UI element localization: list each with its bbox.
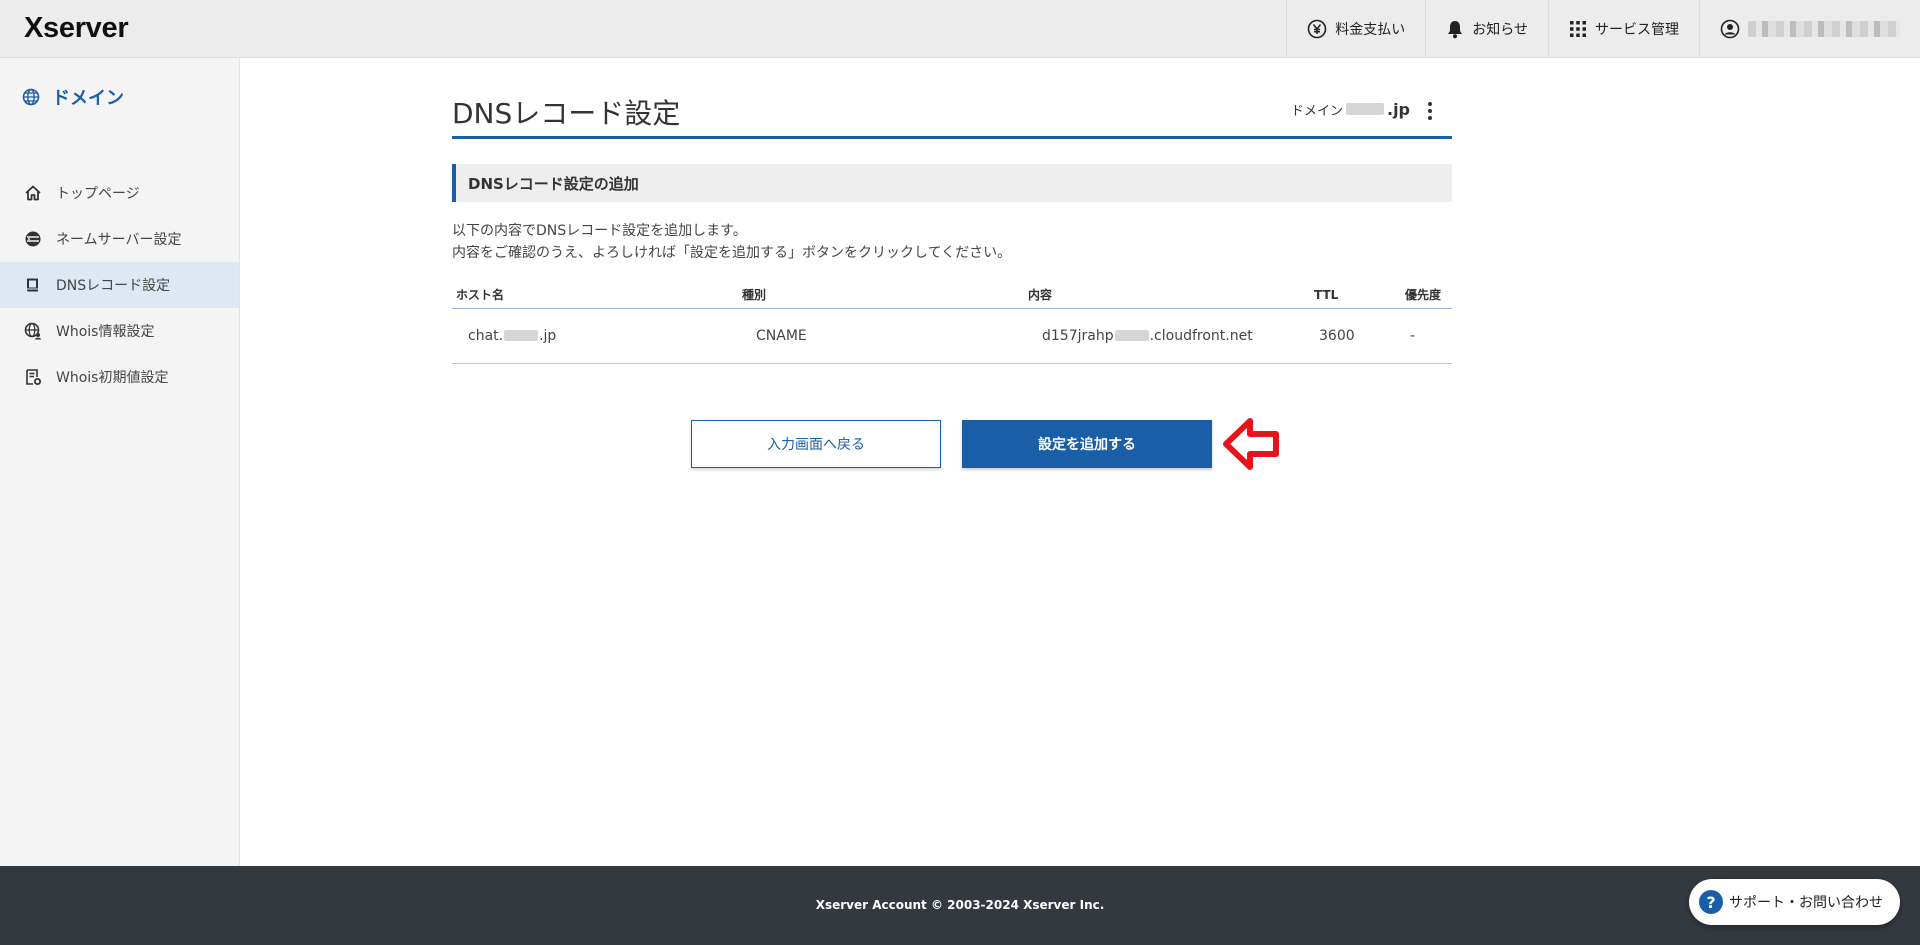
support-contact-button[interactable]: ? サポート・お問い合わせ [1689, 879, 1900, 925]
sidebar: ドメイン トップページ ネームサーバー設定 DNSレコード設定 Whois情報設… [0, 58, 240, 866]
cell-host: chat. .jp [452, 308, 738, 364]
sidebar-item-dns[interactable]: DNSレコード設定 [0, 262, 239, 308]
cell-content: d157jrahp .cloudfront.net [1024, 308, 1310, 364]
content-redacted [1114, 330, 1149, 341]
question-circle-icon: ? [1699, 890, 1723, 914]
xserver-logo[interactable]: Xserver [24, 12, 129, 45]
sidebar-title-label: ドメイン [52, 88, 124, 109]
support-label: サポート・お問い合わせ [1729, 895, 1883, 911]
sidebar-title[interactable]: ドメイン [22, 84, 124, 110]
document-gear-icon [26, 369, 41, 385]
domain-prefix: ドメイン [1290, 104, 1343, 119]
footer: Xserver Account © 2003-2024 Xserver Inc. [0, 866, 1920, 945]
confirmation-description: 以下の内容でDNSレコード設定を追加します。 内容をご確認のうえ、よろしければ「… [452, 220, 1011, 264]
sidebar-item-label: ネームサーバー設定 [56, 232, 182, 248]
host-suffix: .jp [539, 327, 557, 344]
account-name-redacted [1748, 21, 1900, 37]
kebab-menu-icon[interactable] [1422, 100, 1438, 122]
sidebar-item-whois-default[interactable]: Whois初期値設定 [0, 354, 239, 400]
home-icon [25, 185, 41, 201]
col-type: 種別 [738, 282, 1024, 309]
sidebar-menu: トップページ ネームサーバー設定 DNSレコード設定 Whois情報設定 Who… [0, 170, 239, 400]
service-nav[interactable]: サービス管理 [1548, 0, 1699, 58]
user-circle-icon [1720, 19, 1740, 39]
current-domain: ドメイン .jp [1291, 100, 1410, 119]
yen-circle-icon [1307, 19, 1327, 39]
top-header: Xserver 料金支払い お知らせ サービス管理 [0, 0, 1920, 58]
payment-label: 料金支払い [1335, 22, 1406, 38]
cell-ttl: 3600 [1310, 308, 1405, 364]
sidebar-item-top[interactable]: トップページ [0, 170, 239, 216]
section-heading: DNSレコード設定の追加 [452, 164, 1452, 202]
header-nav: 料金支払い お知らせ サービス管理 [1286, 0, 1920, 58]
payment-nav[interactable]: 料金支払い [1286, 0, 1425, 58]
add-setting-button[interactable]: 設定を追加する [962, 420, 1212, 468]
domain-tld: .jp [1386, 100, 1410, 119]
footer-copyright: Xserver Account © 2003-2024 Xserver Inc. [815, 898, 1105, 912]
content-suffix: .cloudfront.net [1149, 327, 1253, 344]
sidebar-item-label: トップページ [56, 186, 140, 202]
host-prefix: chat. [468, 327, 504, 344]
col-content: 内容 [1024, 282, 1310, 309]
sidebar-item-whois[interactable]: Whois情報設定 [0, 308, 239, 354]
col-host: ホスト名 [452, 282, 738, 309]
table-row: chat. .jp CNAME d157jrahp .cloudfront.net … [452, 308, 1452, 364]
col-ttl: TTL [1310, 282, 1405, 309]
bell-icon [1448, 21, 1463, 39]
title-divider [452, 136, 1452, 139]
notice-nav[interactable]: お知らせ [1425, 0, 1548, 58]
sidebar-item-nameserver[interactable]: ネームサーバー設定 [0, 216, 239, 262]
col-priority: 優先度 [1405, 282, 1452, 309]
page-title: DNSレコード設定 [452, 97, 681, 130]
desc-line: 内容をご確認のうえ、よろしければ「設定を追加する」ボタンをクリックしてください。 [452, 245, 1012, 261]
book-icon [27, 278, 38, 292]
table-header-row: ホスト名 種別 内容 TTL 優先度 [452, 282, 1452, 309]
desc-line: 以下の内容でDNSレコード設定を追加します。 [452, 223, 747, 239]
sidebar-item-label: DNSレコード設定 [56, 278, 171, 294]
service-label: サービス管理 [1595, 22, 1679, 38]
content-prefix: d157jrahp [1042, 327, 1114, 344]
cell-type: CNAME [738, 308, 1024, 364]
globe-person-icon [24, 322, 42, 340]
host-redacted [504, 330, 539, 341]
globe-icon [22, 88, 40, 106]
server-globe-icon [25, 231, 41, 247]
dns-record-table: ホスト名 種別 内容 TTL 優先度 chat. .jp CNAME d157jr… [452, 282, 1452, 364]
account-menu[interactable] [1699, 0, 1920, 58]
red-arrow-left-icon [1223, 418, 1279, 470]
domain-name-redacted [1345, 103, 1384, 115]
sidebar-item-label: Whois情報設定 [56, 324, 155, 340]
notice-label: お知らせ [1472, 22, 1528, 38]
back-to-input-button[interactable]: 入力画面へ戻る [691, 420, 941, 468]
cell-priority: - [1405, 308, 1452, 364]
sidebar-item-label: Whois初期値設定 [56, 370, 169, 386]
grid-icon [1570, 21, 1586, 37]
